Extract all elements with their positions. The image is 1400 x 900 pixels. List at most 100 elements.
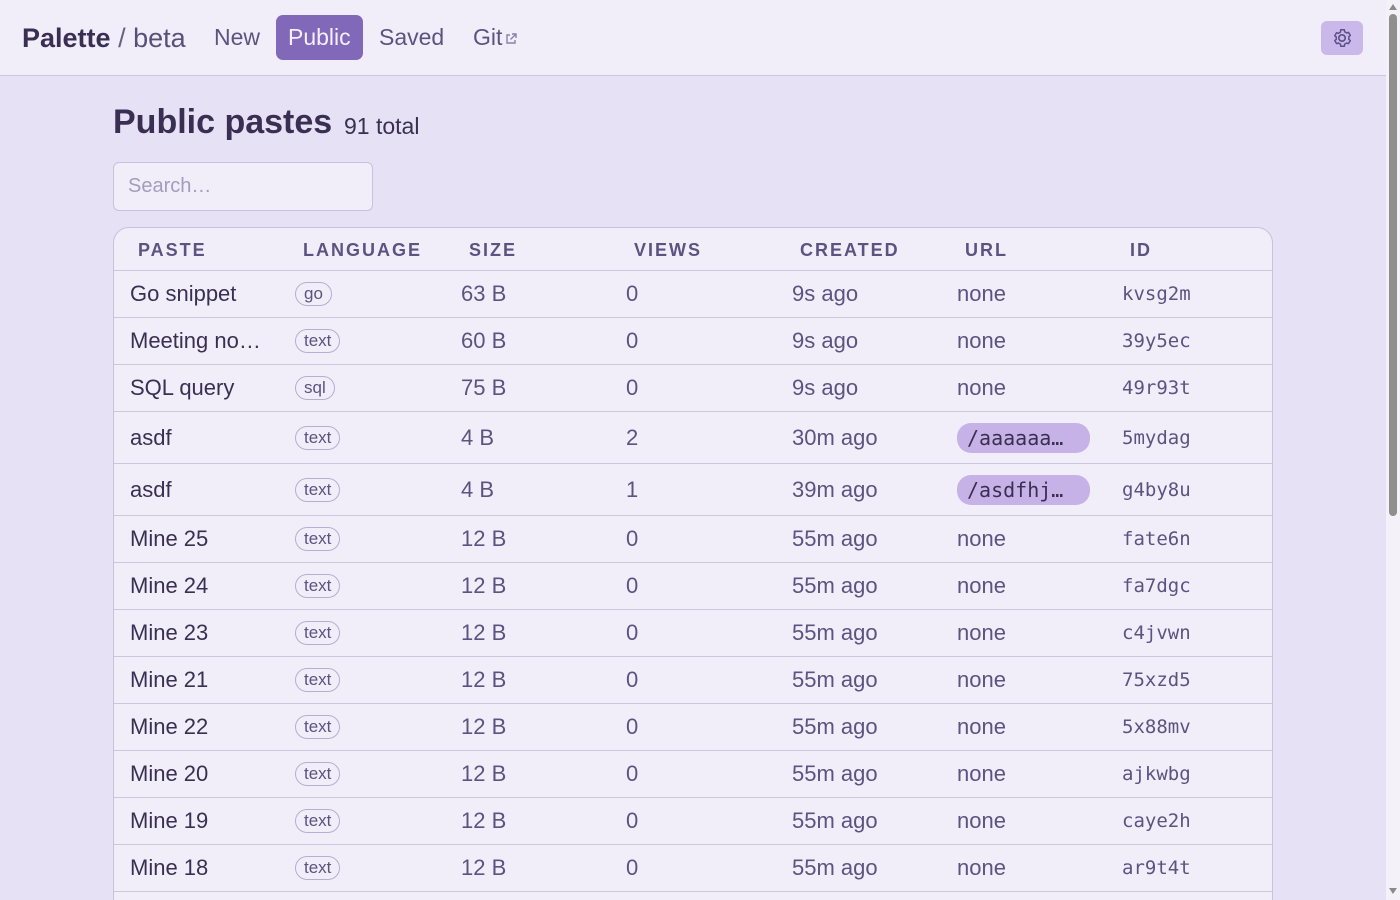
paste-name[interactable]: Mine 18 bbox=[130, 855, 270, 881]
external-link-icon bbox=[506, 33, 518, 44]
paste-id: fate6n bbox=[1122, 528, 1191, 550]
nav-label: Public bbox=[288, 24, 351, 50]
paste-url: none bbox=[957, 808, 1006, 833]
paste-id: 5mydag bbox=[1122, 426, 1191, 449]
table-row[interactable]: Mine 21 text 12 B 0 55m ago none 75xzd5 bbox=[114, 657, 1272, 704]
header-size[interactable]: SIZE bbox=[469, 240, 517, 261]
header-paste[interactable]: PASTE bbox=[138, 240, 207, 261]
table-row[interactable]: Mine 23 text 12 B 0 55m ago none c4jvwn bbox=[114, 610, 1272, 657]
brand-separator: / bbox=[118, 23, 126, 53]
nav-git[interactable]: Git bbox=[461, 15, 530, 60]
table-row[interactable]: SQL query sql 75 B 0 9s ago none 49r93t bbox=[114, 365, 1272, 412]
paste-name[interactable]: Mine 21 bbox=[130, 667, 270, 693]
table-row[interactable]: Mine 18 text 12 B 0 55m ago none ar9t4t bbox=[114, 845, 1272, 892]
language-badge: text bbox=[295, 809, 341, 833]
language-badge: text bbox=[295, 477, 341, 502]
paste-url-link[interactable]: /asdfhj… bbox=[957, 474, 1090, 505]
paste-url: none bbox=[957, 761, 1006, 786]
table-row[interactable]: asdf text 4 B 2 30m ago/aaaaaa… 5mydag bbox=[114, 412, 1272, 464]
nav-saved[interactable]: Saved bbox=[367, 15, 456, 60]
language-badge: text bbox=[295, 425, 341, 450]
paste-views: 0 bbox=[626, 714, 639, 739]
language-badge: text bbox=[295, 527, 341, 551]
paste-size: 63 B bbox=[461, 281, 507, 306]
paste-created: 9s ago bbox=[792, 281, 859, 306]
paste-id: ar9t4t bbox=[1122, 857, 1191, 879]
paste-views: 0 bbox=[626, 573, 639, 598]
paste-name[interactable]: SQL query bbox=[130, 375, 270, 401]
table-header: PASTE LANGUAGE SIZE VIEWS CREATED URL ID bbox=[114, 228, 1272, 271]
paste-name[interactable]: Go snippet bbox=[130, 281, 270, 307]
page-scrollbar[interactable] bbox=[1386, 0, 1400, 900]
table-row[interactable]: Mine 20 text 12 B 0 55m ago none ajkwbg bbox=[114, 751, 1272, 798]
paste-size: 75 B bbox=[461, 375, 507, 400]
header-url[interactable]: URL bbox=[965, 240, 1008, 261]
paste-name[interactable]: Mine 20 bbox=[130, 761, 270, 787]
header-created[interactable]: CREATED bbox=[800, 240, 900, 261]
search-input[interactable] bbox=[113, 162, 373, 211]
paste-url: none bbox=[957, 667, 1006, 692]
paste-size: 12 B bbox=[461, 620, 507, 645]
header-views[interactable]: VIEWS bbox=[634, 240, 702, 261]
paste-size: 4 B bbox=[461, 476, 495, 502]
paste-url: none bbox=[957, 620, 1006, 645]
paste-views: 2 bbox=[626, 424, 639, 450]
scroll-thumb[interactable] bbox=[1389, 14, 1397, 516]
brand[interactable]: Palette / beta bbox=[22, 22, 186, 54]
language-badge: text bbox=[295, 621, 341, 645]
nav-new[interactable]: New bbox=[202, 15, 272, 60]
table-row[interactable]: Meeting no… text 60 B 0 9s ago none 39y5ec bbox=[114, 318, 1272, 365]
paste-id: g4by8u bbox=[1122, 478, 1191, 501]
brand-version: beta bbox=[133, 23, 186, 53]
language-badge: text bbox=[295, 329, 341, 353]
header-id[interactable]: ID bbox=[1130, 240, 1152, 261]
table-row[interactable]: Go snippet go 63 B 0 9s ago none kvsg2m bbox=[114, 271, 1272, 318]
paste-id: c4jvwn bbox=[1122, 622, 1191, 644]
header-language[interactable]: LANGUAGE bbox=[303, 240, 422, 261]
settings-button[interactable] bbox=[1321, 21, 1363, 55]
paste-url: none bbox=[957, 328, 1006, 353]
table-row[interactable]: asdf text 4 B 1 39m ago/asdfhj… g4by8u bbox=[114, 464, 1272, 516]
top-bar: Palette / beta New Public Saved Git bbox=[0, 0, 1386, 76]
table-row[interactable]: Mine 24 text 12 B 0 55m ago none fa7dgc bbox=[114, 563, 1272, 610]
table-row[interactable]: Mine 22 text 12 B 0 55m ago none 5x88mv bbox=[114, 704, 1272, 751]
paste-name[interactable]: Mine 24 bbox=[130, 573, 270, 599]
language-badge: go bbox=[295, 282, 332, 306]
paste-name[interactable]: Mine 22 bbox=[130, 714, 270, 740]
paste-name[interactable]: Mine 19 bbox=[130, 808, 270, 834]
table-row[interactable]: Mine 19 text 12 B 0 55m ago none caye2h bbox=[114, 798, 1272, 845]
paste-id: caye2h bbox=[1122, 810, 1191, 832]
paste-id: 39y5ec bbox=[1122, 330, 1191, 352]
paste-views: 1 bbox=[626, 476, 639, 502]
paste-size: 12 B bbox=[461, 714, 507, 739]
paste-id: 75xzd5 bbox=[1122, 669, 1191, 691]
paste-views: 0 bbox=[626, 855, 639, 880]
paste-name[interactable]: asdf bbox=[130, 425, 270, 451]
paste-url: none bbox=[957, 281, 1006, 306]
paste-id: 5x88mv bbox=[1122, 716, 1191, 738]
paste-name[interactable]: Mine 23 bbox=[130, 620, 270, 646]
paste-name[interactable]: asdf bbox=[130, 477, 270, 503]
nav-public[interactable]: Public bbox=[276, 15, 363, 60]
paste-name[interactable]: Mine 25 bbox=[130, 526, 270, 552]
paste-size: 12 B bbox=[461, 667, 507, 692]
paste-name[interactable]: Meeting no… bbox=[130, 328, 270, 354]
table-row[interactable]: Mine 25 text 12 B 0 55m ago none fate6n bbox=[114, 516, 1272, 563]
paste-views: 0 bbox=[626, 808, 639, 833]
paste-created: 9s ago bbox=[792, 328, 859, 353]
paste-url: none bbox=[957, 714, 1006, 739]
page-title: Public pastes bbox=[113, 103, 333, 141]
paste-size: 12 B bbox=[461, 573, 507, 598]
paste-id: ajkwbg bbox=[1122, 763, 1191, 785]
paste-views: 0 bbox=[626, 281, 639, 306]
paste-url-link[interactable]: /aaaaaa… bbox=[957, 422, 1090, 453]
paste-size: 12 B bbox=[461, 761, 507, 786]
paste-views: 0 bbox=[626, 375, 639, 400]
paste-created: 55m ago bbox=[792, 667, 878, 692]
table-body: Go snippet go 63 B 0 9s ago none kvsg2m Meeting… bbox=[114, 271, 1272, 892]
paste-url: none bbox=[957, 573, 1006, 598]
scroll-up-arrow[interactable] bbox=[1389, 4, 1397, 10]
paste-url: none bbox=[957, 855, 1006, 880]
scroll-down-arrow[interactable] bbox=[1389, 888, 1397, 894]
paste-created: 55m ago bbox=[792, 855, 878, 880]
